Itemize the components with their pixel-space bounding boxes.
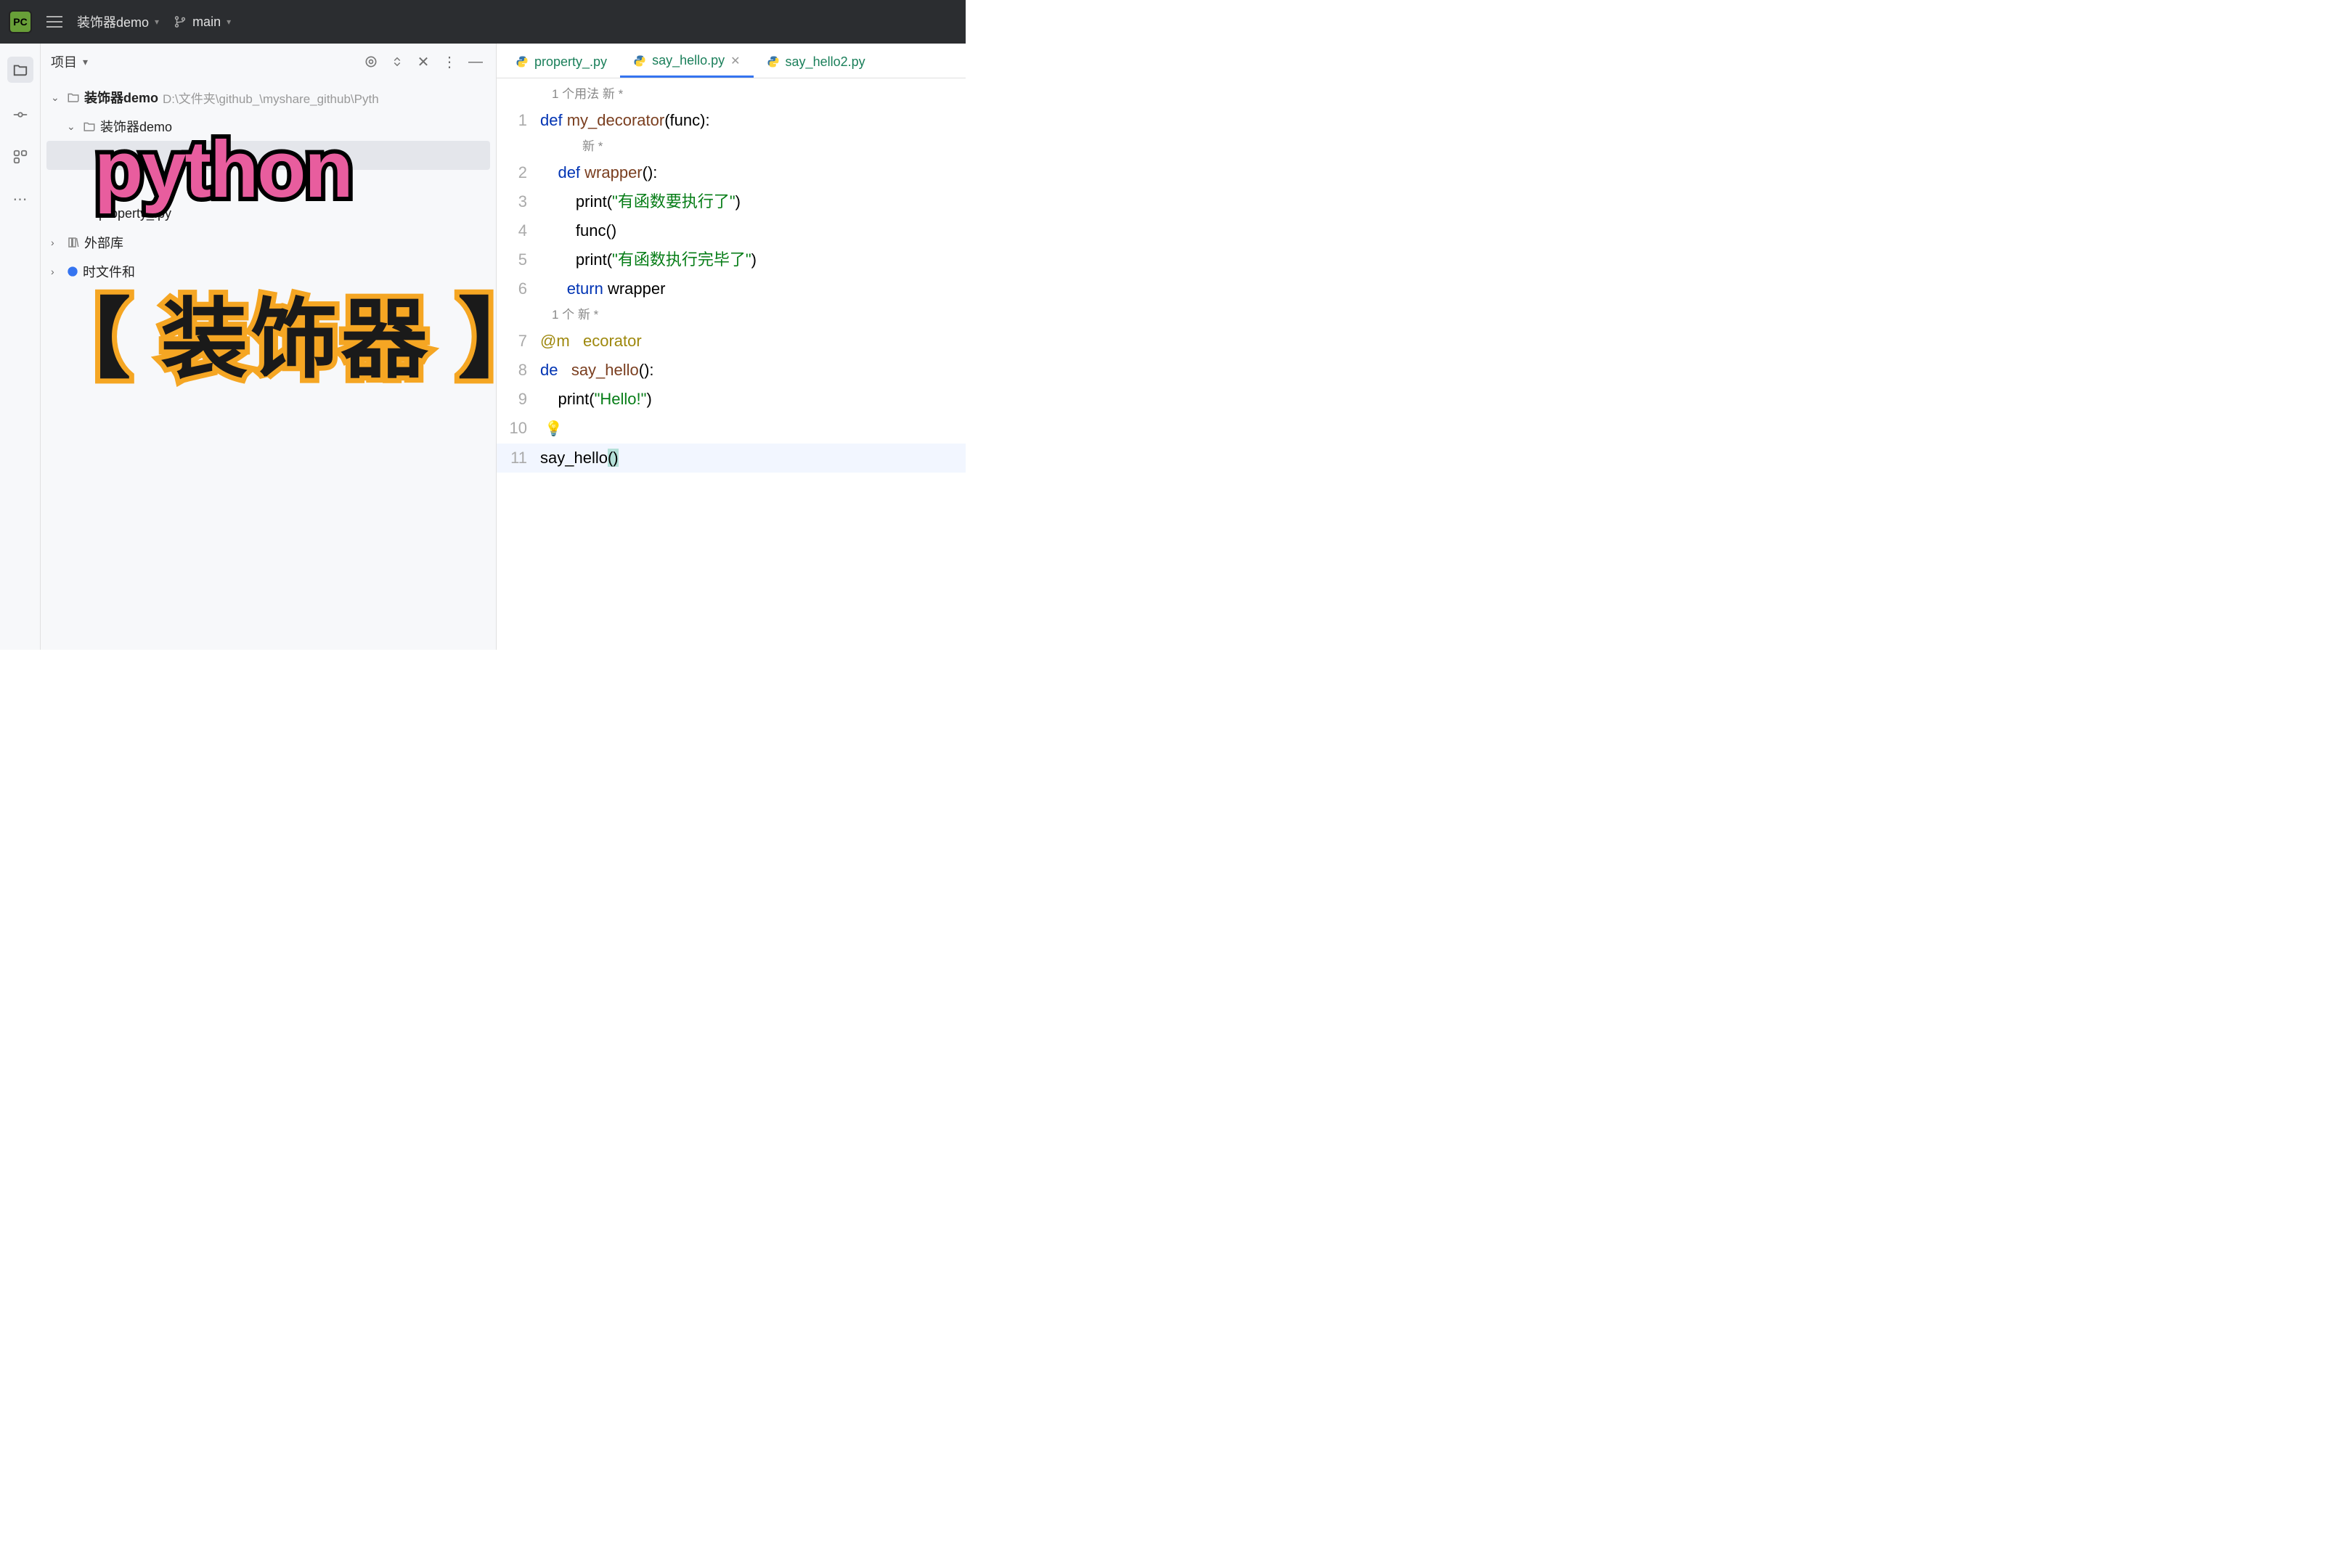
expand-all-icon[interactable] xyxy=(387,52,407,72)
gutter-line: 1 xyxy=(497,106,540,135)
python-file-icon xyxy=(633,54,646,68)
project-name-label: 装饰器demo xyxy=(77,12,149,31)
chevron-down-icon: ▾ xyxy=(227,17,231,27)
tab-say-hello[interactable]: say_hello.py ✕ xyxy=(620,46,753,78)
sidebar-title: 项目 xyxy=(51,52,77,71)
commit-tool-button[interactable] xyxy=(10,105,30,125)
more-tool-button[interactable]: ⋯ xyxy=(10,189,30,209)
top-bar: PC 装饰器demo ▾ main ▾ xyxy=(0,0,966,44)
gutter-line: 11 xyxy=(497,444,540,473)
python-file-icon xyxy=(515,55,529,68)
chevron-down-icon: ⌄ xyxy=(51,91,62,104)
gutter-line: 2 xyxy=(497,158,540,187)
app-logo: PC xyxy=(9,10,32,33)
gutter-line: 3 xyxy=(497,187,540,216)
gutter-line: 10 xyxy=(497,414,540,444)
left-rail: ⋯ xyxy=(0,44,41,650)
editor-tabs: property_.py say_hello.py ✕ say_hello2.p… xyxy=(497,44,966,78)
branch-name-label: main xyxy=(192,15,221,30)
folder-icon xyxy=(67,91,80,104)
minimize-icon[interactable]: — xyxy=(465,52,486,72)
select-file-icon[interactable] xyxy=(361,52,381,72)
tab-property[interactable]: property_.py xyxy=(502,46,620,78)
close-tab-icon[interactable]: ✕ xyxy=(730,54,740,68)
overlay-title-2: 【 装饰器 】 xyxy=(44,269,548,395)
editor-area: property_.py say_hello.py ✕ say_hello2.p… xyxy=(497,44,966,650)
branch-selector[interactable]: main ▾ xyxy=(174,15,231,30)
intention-bulb-icon[interactable]: 💡 xyxy=(545,421,563,437)
usage-hint[interactable]: 新 * xyxy=(497,135,966,158)
tree-path: D:\文件夹\github_\myshare_github\Pyth xyxy=(163,89,379,107)
tab-label: say_hello.py xyxy=(652,53,725,68)
tree-label: 外部库 xyxy=(84,233,123,252)
usage-hint[interactable]: 1 个用法 新 * xyxy=(497,83,966,106)
python-file-icon xyxy=(767,55,780,68)
tree-root[interactable]: ⌄ 装饰器demo D:\文件夹\github_\myshare_github\… xyxy=(41,83,496,112)
tree-external-libs[interactable]: › 外部库 xyxy=(41,228,496,257)
chevron-down-icon: ▾ xyxy=(155,17,159,27)
usage-hint[interactable]: 1 个 新 * xyxy=(497,303,966,327)
code-editor[interactable]: 1 个用法 新 * 1def my_decorator(func): 新 * 2… xyxy=(497,78,966,473)
sidebar-header: 项目 ▾ ✕ ⋮ — xyxy=(41,44,496,80)
branch-icon xyxy=(174,15,187,28)
chevron-right-icon: › xyxy=(51,237,62,248)
tab-label: property_.py xyxy=(534,54,607,70)
tab-say-hello2[interactable]: say_hello2.py xyxy=(754,46,879,78)
project-selector[interactable]: 装饰器demo ▾ xyxy=(77,12,159,31)
main-menu-button[interactable] xyxy=(46,16,62,28)
close-icon[interactable]: ✕ xyxy=(413,52,433,72)
chevron-down-icon[interactable]: ▾ xyxy=(83,56,88,68)
project-tool-button[interactable] xyxy=(7,57,33,83)
structure-tool-button[interactable] xyxy=(10,147,30,167)
overlay-title-1: python xyxy=(94,123,352,216)
library-icon xyxy=(67,236,80,249)
more-icon[interactable]: ⋮ xyxy=(439,52,460,72)
tab-label: say_hello2.py xyxy=(786,54,865,70)
chevron-down-icon: ⌄ xyxy=(67,121,78,133)
gutter-line: 4 xyxy=(497,216,540,245)
tree-label: 装饰器demo xyxy=(84,88,158,107)
